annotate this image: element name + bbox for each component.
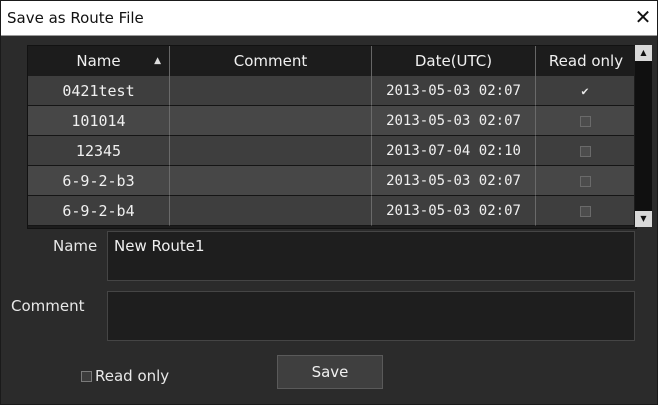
sort-ascending-icon: ▲ bbox=[154, 56, 161, 66]
row-comment bbox=[170, 136, 372, 166]
column-header-name-label: Name bbox=[76, 52, 121, 70]
row-name: 6-9-2-b4 bbox=[28, 196, 170, 226]
row-name: 101014 bbox=[28, 106, 170, 136]
close-icon[interactable]: ✕ bbox=[633, 6, 653, 28]
row-comment bbox=[170, 106, 372, 136]
column-header-date-label: Date(UTC) bbox=[414, 52, 493, 70]
row-comment bbox=[170, 76, 372, 106]
row-read-only: ✔ bbox=[536, 76, 634, 106]
title-bar: Save as Route File ✕ bbox=[1, 1, 657, 36]
checkmark-icon: ✔ bbox=[581, 84, 589, 98]
save-as-route-file-dialog: Save as Route File ✕ Name ▲ Comment Date… bbox=[0, 0, 658, 405]
row-read-only bbox=[536, 196, 634, 226]
table-scrollbar[interactable]: ▲ ▼ bbox=[635, 45, 652, 227]
chevron-down-icon[interactable]: ▼ bbox=[635, 211, 652, 227]
dialog-title: Save as Route File bbox=[7, 9, 144, 27]
name-field[interactable]: New Route1 bbox=[107, 231, 635, 281]
comment-label: Comment bbox=[11, 297, 85, 315]
name-label: Name bbox=[53, 237, 98, 255]
save-button[interactable]: Save bbox=[277, 355, 383, 389]
column-header-date[interactable]: Date(UTC) bbox=[372, 46, 536, 76]
row-read-only bbox=[536, 136, 634, 166]
row-name: 6-9-2-b3 bbox=[28, 166, 170, 196]
row-read-only bbox=[536, 106, 634, 136]
row-read-only bbox=[536, 166, 634, 196]
row-name: 12345 bbox=[28, 136, 170, 166]
row-name: 0421test bbox=[28, 76, 170, 106]
read-only-checkbox bbox=[579, 116, 591, 127]
chevron-up-icon[interactable]: ▲ bbox=[635, 45, 652, 61]
row-date: 2013-07-04 02:10 bbox=[372, 136, 536, 166]
column-header-comment[interactable]: Comment bbox=[170, 46, 372, 76]
column-header-name[interactable]: Name ▲ bbox=[28, 46, 170, 76]
read-only-label: Read only bbox=[95, 367, 170, 385]
row-date: 2013-05-03 02:07 bbox=[372, 196, 536, 226]
read-only-option[interactable]: Read only bbox=[81, 367, 169, 385]
column-header-read-only-label: Read only bbox=[548, 52, 624, 70]
read-only-checkbox bbox=[579, 176, 591, 187]
row-comment bbox=[170, 166, 372, 196]
column-header-read-only[interactable]: Read only bbox=[536, 46, 636, 76]
read-only-checkbox[interactable] bbox=[81, 370, 92, 382]
row-date: 2013-05-03 02:07 bbox=[372, 166, 536, 196]
row-comment bbox=[170, 196, 372, 226]
read-only-checkbox bbox=[579, 206, 591, 217]
row-date: 2013-05-03 02:07 bbox=[372, 76, 536, 106]
column-header-comment-label: Comment bbox=[233, 52, 308, 70]
comment-field[interactable] bbox=[107, 291, 635, 341]
read-only-checkbox bbox=[579, 146, 591, 157]
route-file-table: Name ▲ Comment Date(UTC) Read only 0421t… bbox=[27, 45, 637, 229]
row-date: 2013-05-03 02:07 bbox=[372, 106, 536, 136]
